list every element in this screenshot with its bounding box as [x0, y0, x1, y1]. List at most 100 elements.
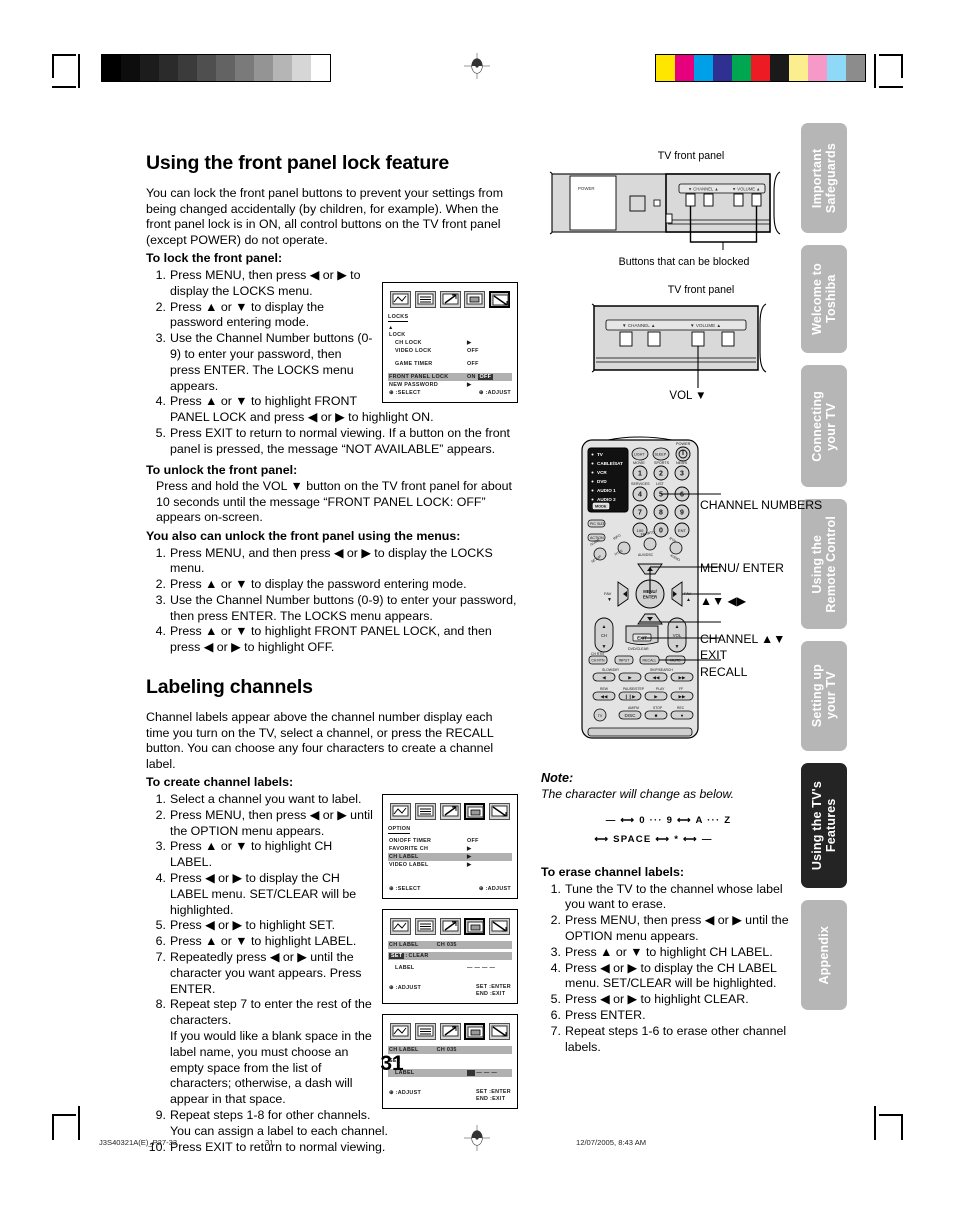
svg-text:1: 1 [638, 471, 642, 478]
callout-label: EXIT [700, 648, 728, 662]
list-item-number: 3. [155, 839, 166, 854]
svg-text:▶▶: ▶▶ [678, 675, 686, 680]
callout-label: CHANNEL NUMBERS [700, 498, 823, 512]
lock-steps-list: 1. Press MENU, then press ◀ or ▶ to displ… [146, 268, 518, 458]
erase-labels-block: To erase channel labels: 1. Tune the TV t… [541, 862, 793, 1057]
callout-label: CHANNEL ▲▼ [700, 632, 786, 646]
crop-mark-br-v [901, 1116, 903, 1140]
note-title: Note: [541, 771, 574, 785]
svg-text:▲: ▲ [686, 597, 691, 603]
list-item-number: 5. [155, 918, 166, 933]
labeling-channels-intro: Channel labels appear above the channel … [146, 710, 494, 771]
list-item-text: Repeat steps 1-8 for other channels. You… [170, 1107, 388, 1138]
list-item-number: 6. [550, 1007, 561, 1022]
svg-text:9: 9 [680, 510, 684, 517]
list-item-number: 3. [155, 331, 166, 346]
svg-text:▼: ▼ [675, 644, 680, 650]
buttons-blocked-caption: Buttons that can be blocked [618, 256, 750, 268]
page-title: Using the front panel lock feature [146, 152, 450, 174]
svg-text:AUX/DSC: AUX/DSC [638, 553, 654, 557]
callout-label: ▲▼ ◀▶ [700, 594, 747, 608]
svg-text:SERVICES: SERVICES [631, 482, 650, 486]
svg-text:PLAY: PLAY [656, 687, 665, 691]
list-item-text: Press ▲ or ▼ to highlight FRONT PANEL LO… [170, 394, 434, 425]
grayscale-swatch [254, 55, 273, 81]
svg-text:DISC: DISC [625, 713, 637, 718]
list-item-number: 4. [155, 624, 166, 639]
svg-text:▲: ▲ [602, 624, 607, 630]
grayscale-colorbar [101, 54, 331, 82]
list-item-number: 4. [155, 871, 166, 886]
list-item-number: 1. [155, 792, 166, 807]
crop-mark-br-h [879, 1114, 903, 1116]
tab-label: Using the Remote Control [810, 515, 838, 613]
svg-text:CH RTN: CH RTN [591, 659, 605, 663]
list-item-text: Press ◀ or ▶ to highlight SET. [170, 918, 336, 933]
svg-text:CH RTN: CH RTN [591, 652, 604, 656]
svg-text:SPORTS: SPORTS [654, 461, 670, 465]
svg-text:TV: TV [597, 452, 604, 457]
svg-text:SLOW/DIR: SLOW/DIR [602, 668, 619, 672]
tv-front-panel-figure-1: POWER ▼ CHANNEL ▲ ▼ VOLUME ▲ [549, 171, 781, 250]
list-item-text: Use the Channel Number buttons (0-9) to … [170, 331, 373, 393]
tab-appendix[interactable]: Appendix [801, 900, 847, 1010]
list-item-number: 1. [155, 267, 166, 282]
crop-mark-tl2-v [78, 54, 80, 88]
crop-mark-tl-h [52, 54, 76, 56]
list-item-number: 3. [550, 944, 561, 959]
svg-text:▶: ▶ [654, 694, 658, 699]
color-swatch [827, 55, 846, 81]
tab-welcome-to-toshiba[interactable]: Welcome to Toshiba [801, 245, 847, 353]
list-item-number: 2. [155, 807, 166, 822]
grayscale-swatch [121, 55, 140, 81]
tv-front-panel-caption-2: TV front panel [667, 284, 735, 296]
tv-front-panel-figure-2: ▼ CHANNEL ▲ ▼ VOLUME ▲ [591, 303, 767, 388]
list-item-text: Press ◀ or ▶ to display the CH LABEL men… [170, 871, 357, 917]
list-item-text: Press ▲ or ▼ to display the password ent… [170, 299, 324, 330]
remote-control-figure: TV CABLE/SAT VCR DVD AUDIO 1 AUDIO 2 MOD… [578, 432, 808, 744]
tab-using-the-tv-s-features[interactable]: Using the TV's Features [801, 763, 847, 888]
list-item: 1. Tune the TV to the channel whose label… [541, 882, 793, 914]
color-swatch [675, 55, 694, 81]
tab-important-safeguards[interactable]: Important Safeguards [801, 123, 847, 233]
labeling-channels-title: Labeling channels [146, 676, 313, 699]
list-item: 4. Press ▲ or ▼ to highlight FRONT PANEL … [146, 394, 518, 426]
page-number: 31 [380, 1052, 404, 1075]
list-item-number: 8. [155, 997, 166, 1012]
to-lock-heading: To lock the front panel: [146, 251, 283, 266]
crop-mark-br2-v [874, 1106, 876, 1140]
list-item: 3. Press ▲ or ▼ to highlight CH LABEL. [541, 945, 793, 961]
list-item-text: Press MENU, and then press ◀ or ▶ to dis… [170, 545, 493, 576]
svg-text:◀: ◀ [602, 675, 606, 680]
footer-page: 31 [265, 1138, 274, 1147]
character-sequence-line-1: — ⟷ 0 ··· 9 ⟷ A ··· Z [605, 815, 732, 826]
list-item-number: 1. [550, 881, 561, 896]
list-item-text: Press MENU, then press ◀ or ▶ to display… [170, 267, 361, 298]
svg-text:VCR: VCR [597, 470, 607, 475]
list-item-text: Repeat step 7 to enter the rest of the c… [170, 997, 372, 1028]
list-item-text: Use the Channel Number buttons (0-9) to … [170, 592, 517, 623]
color-swatch [694, 55, 713, 81]
left-content-column: Using the front panel lock feature You c… [146, 152, 518, 1157]
list-item: 7. Repeat steps 1-6 to erase other channe… [541, 1024, 793, 1056]
list-item-number: 2. [155, 577, 166, 592]
unlock-text: Press and hold the VOL ▼ button on the T… [156, 479, 512, 525]
svg-text:POWER: POWER [578, 186, 595, 191]
svg-text:MODE: MODE [595, 505, 607, 509]
list-item-number: 1. [155, 545, 166, 560]
note-block: Note: The character will change as below… [541, 771, 796, 849]
grayscale-swatch [273, 55, 292, 81]
tab-label: Setting up your TV [810, 664, 838, 728]
crop-mark-tl-b [52, 86, 76, 88]
color-swatch [808, 55, 827, 81]
list-item-text: Press ▲ or ▼ to highlight CH LABEL. [170, 839, 333, 870]
list-item-text: Press EXIT to return to normal viewing. [170, 1139, 386, 1154]
crop-mark-bl-h [52, 1114, 76, 1116]
svg-text:PIC SIZE: PIC SIZE [590, 522, 606, 526]
unlock-using-menus-heading: You also can unlock the front panel usin… [146, 528, 461, 543]
list-item-text: Press ◀ or ▶ to display the CH LABEL men… [565, 960, 777, 991]
footer-doc-id: J3S40321A(E)_P27-33 [99, 1138, 178, 1147]
list-item: 3. Use the Channel Number buttons (0-9) t… [146, 593, 518, 625]
registration-target-top [464, 53, 490, 79]
svg-text:▼ VOLUME ▲: ▼ VOLUME ▲ [690, 323, 721, 328]
